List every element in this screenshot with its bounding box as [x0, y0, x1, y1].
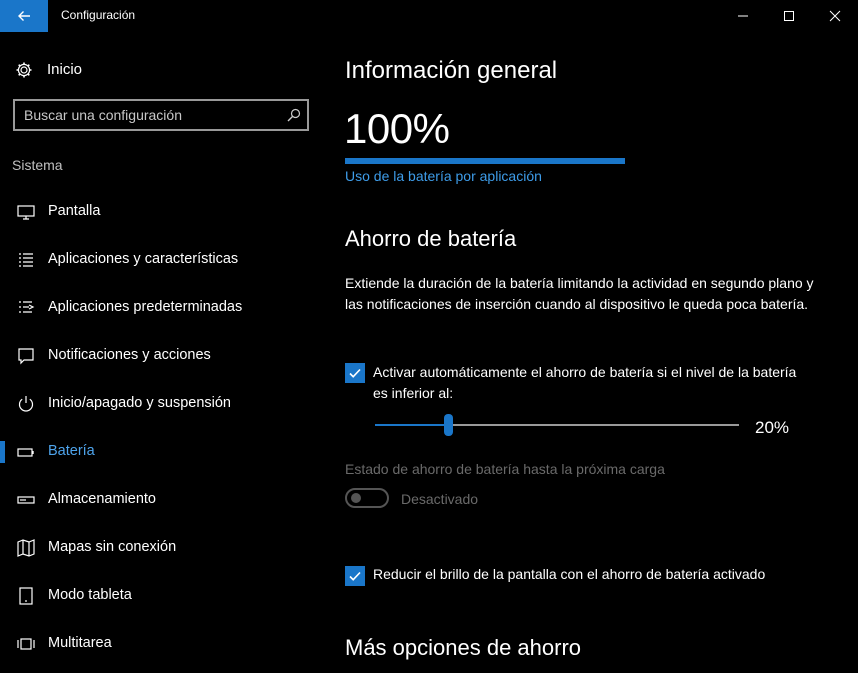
- sidebar-item-predeterminadas[interactable]: Aplicaciones predeterminadas: [0, 286, 320, 330]
- sidebar-item-bateria[interactable]: Batería: [0, 430, 320, 474]
- monitor-icon: [17, 205, 35, 220]
- search-box[interactable]: [13, 99, 309, 131]
- sidebar-item-aplicaciones[interactable]: Aplicaciones y características: [0, 238, 320, 282]
- dim-screen-checkbox[interactable]: [345, 566, 365, 586]
- toggle-knob: [351, 493, 361, 503]
- threshold-slider[interactable]: [375, 413, 739, 437]
- info-heading: Información general: [345, 57, 558, 84]
- back-button[interactable]: [0, 0, 48, 32]
- sidebar-item-notificaciones[interactable]: Notificaciones y acciones: [0, 334, 320, 378]
- checkmark-icon: [349, 368, 361, 378]
- close-button[interactable]: [812, 0, 858, 32]
- sidebar-item-label: Modo tableta: [48, 587, 132, 603]
- section-header-sistema: Sistema: [12, 157, 63, 173]
- battery-level-fill: [345, 158, 625, 164]
- default-apps-icon: [19, 301, 35, 313]
- arrow-left-icon: [18, 11, 30, 21]
- sidebar: Inicio Sistema Pantalla Aplicaciones y c…: [0, 32, 320, 673]
- apps-list-icon: [19, 253, 33, 267]
- sidebar-item-label: Inicio/apagado y suspensión: [48, 395, 231, 411]
- sidebar-item-modo-tableta[interactable]: Modo tableta: [0, 574, 320, 618]
- sidebar-item-label: Inicio: [47, 61, 83, 78]
- map-icon: [17, 539, 35, 557]
- gear-icon: [16, 62, 32, 78]
- saver-description: Extiende la duración de la batería limit…: [345, 275, 814, 312]
- close-icon: [829, 10, 841, 22]
- minimize-icon: [738, 15, 748, 17]
- tablet-icon: [19, 587, 33, 605]
- more-options-heading: Más opciones de ahorro: [345, 635, 582, 660]
- status-label: Estado de ahorro de batería hasta la pró…: [345, 461, 665, 477]
- sidebar-item-multitarea[interactable]: Multitarea: [0, 622, 320, 666]
- power-icon: [18, 396, 34, 412]
- title-bar: Configuración: [0, 0, 858, 32]
- slider-thumb[interactable]: [444, 414, 453, 436]
- sidebar-item-label: Aplicaciones predeterminadas: [48, 299, 243, 315]
- saver-heading: Ahorro de batería: [345, 226, 517, 251]
- active-indicator: [0, 441, 5, 463]
- sidebar-item-home[interactable]: Inicio: [0, 54, 320, 84]
- sidebar-item-label: Aplicaciones y características: [48, 251, 239, 267]
- battery-icon: [17, 448, 34, 457]
- sidebar-item-inicio-apagado[interactable]: Inicio/apagado y suspensión: [0, 382, 320, 426]
- sidebar-item-label: Mapas sin conexión: [48, 539, 177, 555]
- notification-icon: [18, 348, 34, 365]
- auto-saver-checkbox[interactable]: [345, 363, 365, 383]
- search-icon[interactable]: [287, 108, 301, 122]
- storage-icon: [17, 496, 35, 504]
- main-content: Información general 100% Uso de la bater…: [320, 32, 858, 673]
- search-input[interactable]: [24, 106, 274, 124]
- sidebar-item-label: Multitarea: [48, 635, 112, 651]
- maximize-button[interactable]: [766, 0, 812, 32]
- battery-percent: 100%: [344, 105, 450, 152]
- battery-level-bar: [345, 158, 625, 164]
- checkmark-icon: [349, 571, 361, 581]
- sidebar-item-label: Notificaciones y acciones: [48, 347, 211, 363]
- sidebar-item-almacenamiento[interactable]: Almacenamiento: [0, 478, 320, 522]
- multitask-icon: [17, 638, 35, 650]
- minimize-button[interactable]: [720, 0, 766, 32]
- sidebar-item-label: Almacenamiento: [48, 491, 156, 507]
- window-title: Configuración: [61, 8, 136, 22]
- sidebar-item-label: Batería: [48, 443, 95, 459]
- auto-saver-label: Activar automáticamente el ahorro de bat…: [373, 364, 797, 401]
- threshold-value: 20%: [755, 418, 790, 437]
- battery-usage-link[interactable]: Uso de la batería por aplicación: [345, 168, 542, 184]
- maximize-icon: [784, 11, 794, 21]
- status-toggle-label: Desactivado: [401, 491, 479, 507]
- sidebar-item-mapas[interactable]: Mapas sin conexión: [0, 526, 320, 570]
- status-toggle[interactable]: [345, 488, 389, 508]
- dim-screen-label: Reducir el brillo de la pantalla con el …: [373, 566, 766, 582]
- sidebar-item-label: Pantalla: [48, 203, 101, 219]
- slider-track-fill: [375, 424, 448, 426]
- sidebar-item-pantalla[interactable]: Pantalla: [0, 190, 320, 234]
